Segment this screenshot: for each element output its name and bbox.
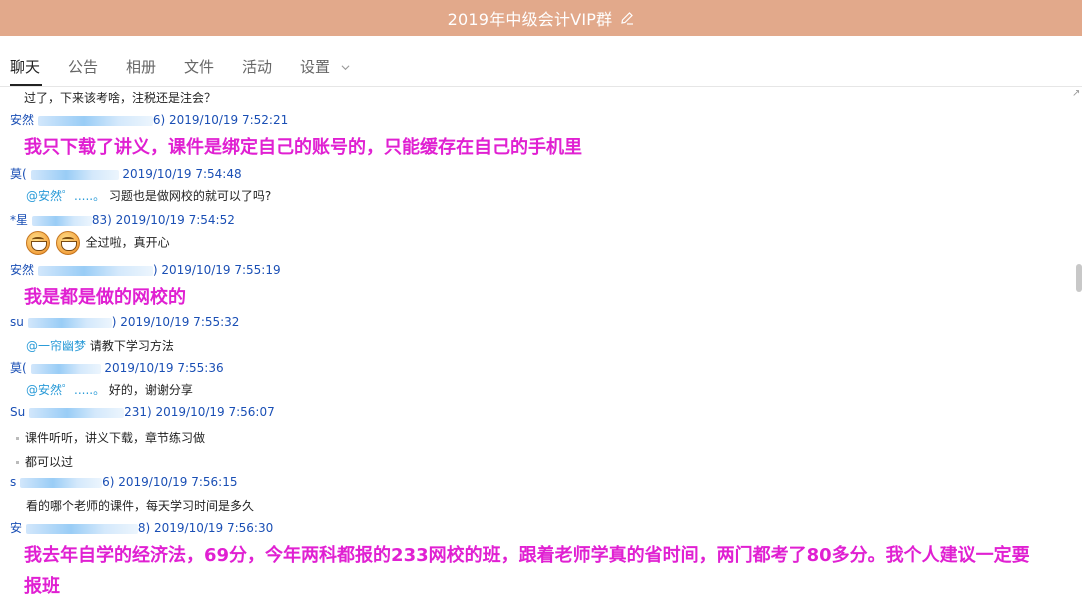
message-time: 2019/10/19 7:56:15 (118, 475, 238, 489)
redacted-sender (29, 407, 125, 418)
scrollbar-thumb[interactable] (1076, 264, 1082, 292)
redacted-sender (25, 523, 138, 534)
message-time: 2019/10/19 7:55:19 (161, 263, 281, 277)
message-time: 2019/10/19 7:54:52 (115, 213, 235, 227)
tab-bar: 聊天 公告 相册 文件 活动 设置 (0, 36, 1082, 87)
sender-name[interactable]: Su (10, 405, 25, 419)
redacted-sender (37, 115, 153, 126)
message-text: 都可以过 (25, 455, 74, 469)
sender-suffix: 231) (124, 405, 152, 419)
message-text: 请教下学习方法 (89, 339, 174, 353)
message-text: 我是都是做的网校的 (24, 287, 186, 308)
message-time: 2019/10/19 7:56:30 (154, 521, 274, 535)
sender-suffix: 8) (137, 521, 151, 535)
tab-settings[interactable]: 设置 (300, 56, 350, 77)
edit-icon[interactable] (620, 11, 634, 25)
scroll-up-icon[interactable]: ↗ (1072, 88, 1080, 99)
message-text: 过了，下来该考啥，注税还是注会？ (24, 91, 217, 105)
message-header: 安 8) 2019/10/19 7:56:30 (10, 519, 273, 536)
message-body: @安然゜.....。 习题也是做网校的就可以了吗? (26, 187, 271, 204)
redacted-sender (27, 317, 112, 328)
message-text: 我只下载了讲义，课件是绑定自己的账号的，只能缓存在自己的手机里 (24, 137, 582, 158)
message-text: 全过啦，真开心 (85, 235, 170, 250)
message-body: 全过啦，真开心 (26, 231, 170, 255)
sender-name[interactable]: 莫( (10, 167, 27, 181)
message-header: 安然 ) 2019/10/19 7:55:19 (10, 261, 281, 278)
sender-suffix: 6) (102, 475, 115, 489)
message-header: *星 83) 2019/10/19 7:54:52 (10, 211, 235, 228)
tab-files[interactable]: 文件 (184, 56, 214, 77)
mention[interactable]: @安然゜.....。 (26, 383, 105, 397)
tab-activity[interactable]: 活动 (242, 56, 272, 77)
message-time: 2019/10/19 7:56:07 (155, 405, 275, 419)
active-tab-indicator (10, 84, 42, 86)
mention[interactable]: @安然゜.....。 (26, 189, 105, 203)
sender-name[interactable]: su (10, 315, 24, 329)
message-body: @安然゜.....。 好的，谢谢分享 (26, 381, 193, 398)
redacted-sender (31, 215, 92, 226)
chat-message-list[interactable]: 过了，下来该考啥，注税还是注会？ 安然 6) 2019/10/19 7:52:2… (0, 87, 1070, 604)
message-text: 好的，谢谢分享 (108, 383, 193, 397)
tab-announcement[interactable]: 公告 (68, 56, 98, 77)
bullet (16, 437, 19, 440)
sender-name[interactable]: *星 (10, 213, 28, 227)
redacted-sender (20, 477, 103, 488)
tab-chat[interactable]: 聊天 (10, 56, 40, 77)
message-time: 2019/10/19 7:55:36 (104, 361, 224, 375)
sender-suffix: 83) (91, 213, 112, 227)
tab-album[interactable]: 相册 (126, 56, 156, 77)
message-text: 课件听听，讲义下载，章节练习做 (25, 431, 206, 445)
sender-name[interactable]: 安然 (10, 263, 34, 277)
sender-suffix: 6) (152, 113, 166, 127)
bullet (16, 461, 19, 464)
sender-name[interactable]: s (10, 475, 16, 489)
message-header: 安然 6) 2019/10/19 7:52:21 (10, 111, 288, 128)
message-body: 课件听听，讲义下载，章节练习做 (16, 429, 205, 446)
sender-name[interactable]: 安 (10, 521, 22, 535)
message-body: 都可以过 (16, 453, 73, 470)
message-header: su ) 2019/10/19 7:55:32 (10, 315, 239, 329)
redacted-sender (30, 169, 119, 180)
sender-suffix: ) (152, 263, 158, 277)
sender-name[interactable]: 莫( (10, 361, 27, 375)
grin-emoji-icon (55, 231, 80, 255)
message-text: 报班 (24, 576, 60, 597)
mention[interactable]: @一帘幽梦 (26, 339, 86, 353)
message-header: s 6) 2019/10/19 7:56:15 (10, 475, 238, 489)
message-header: 莫( 2019/10/19 7:54:48 (10, 165, 242, 182)
message-body: @一帘幽梦 请教下学习方法 (26, 337, 174, 354)
chevron-down-icon (341, 65, 350, 71)
title-bar: 2019年中级会计VIP群 (0, 0, 1082, 36)
message-time: 2019/10/19 7:52:21 (169, 113, 289, 127)
redacted-sender (37, 265, 153, 276)
message-text: 习题也是做网校的就可以了吗? (108, 189, 272, 203)
redacted-sender (30, 363, 101, 374)
message-time: 2019/10/19 7:55:32 (120, 315, 240, 329)
message-time: 2019/10/19 7:54:48 (122, 167, 242, 181)
window-title: 2019年中级会计VIP群 (447, 10, 613, 29)
message-header: Su 231) 2019/10/19 7:56:07 (10, 405, 275, 419)
grin-emoji-icon (26, 231, 50, 255)
message-text: 我去年自学的经济法，69分，今年两科都报的233网校的班，跟着老师学真的省时间，… (24, 545, 1030, 566)
message-text: 看的哪个老师的课件，每天学习时间是多久 (26, 499, 255, 513)
sender-suffix: ) (111, 315, 117, 329)
sender-name[interactable]: 安然 (10, 113, 34, 127)
tab-settings-label: 设置 (300, 58, 331, 76)
message-header: 莫( 2019/10/19 7:55:36 (10, 359, 224, 376)
